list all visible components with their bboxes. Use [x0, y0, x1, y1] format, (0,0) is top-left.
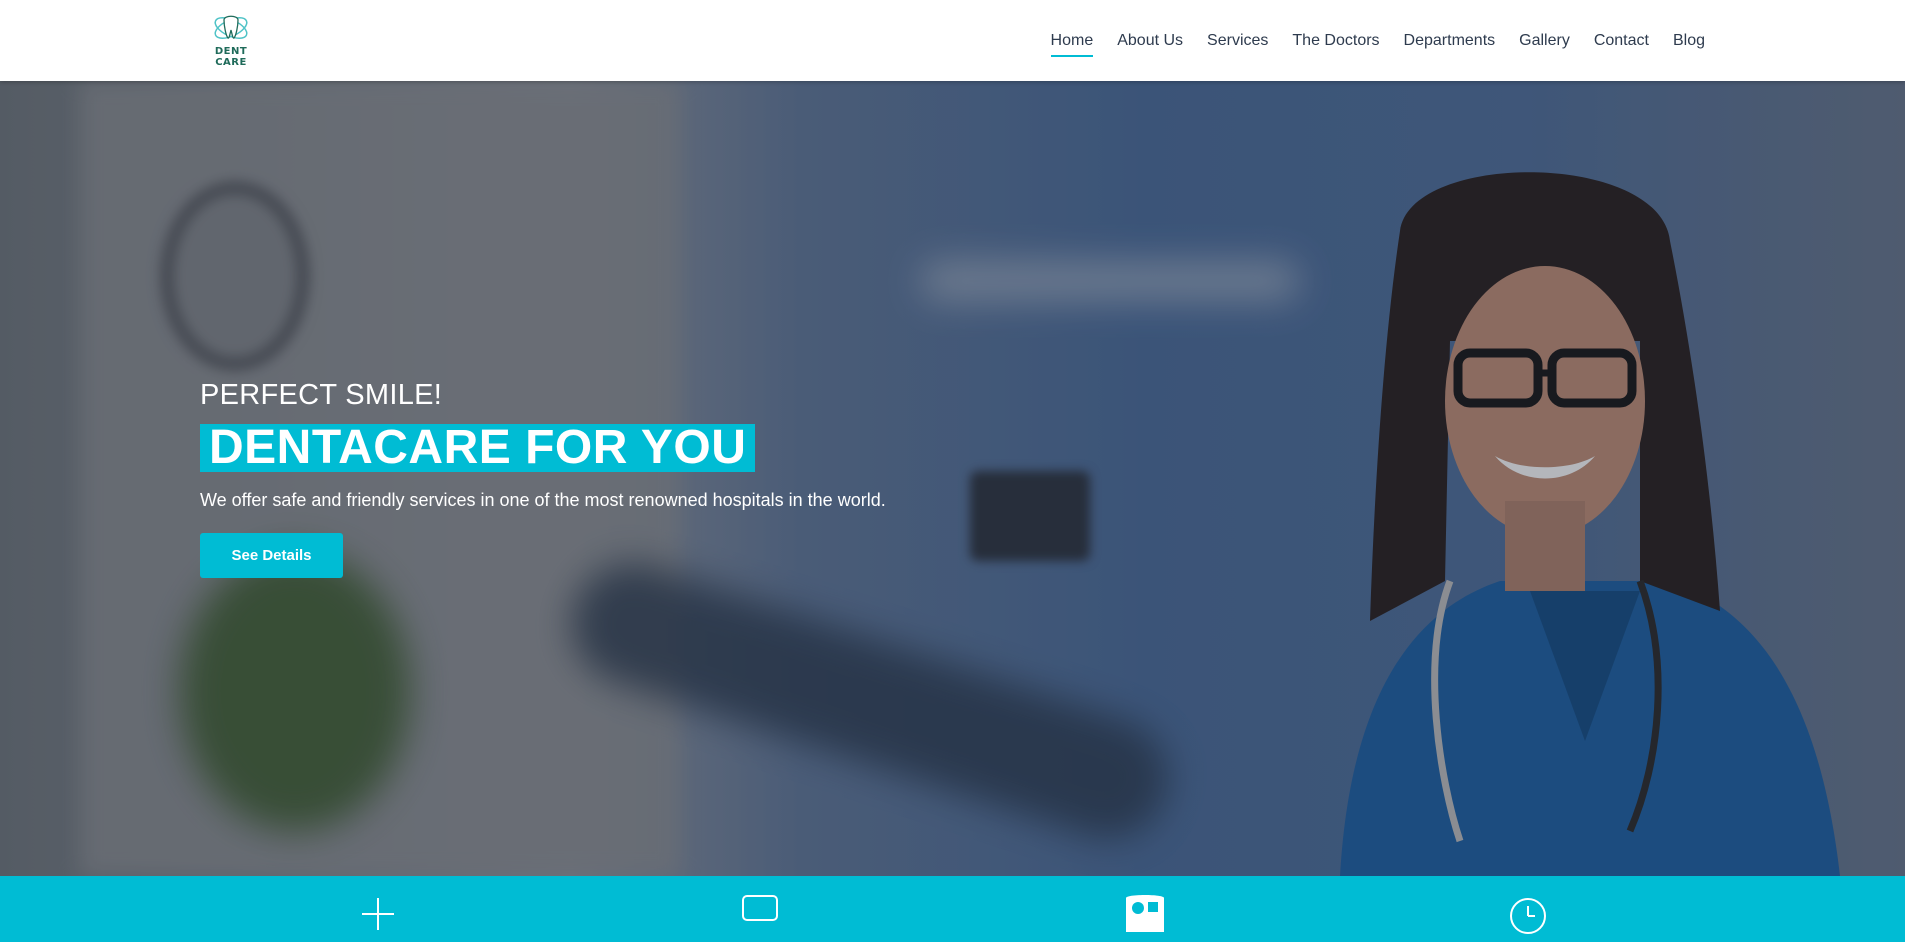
nav-about-us[interactable]: About Us	[1117, 26, 1183, 56]
hero-title: DENTACARE FOR YOU	[200, 424, 756, 472]
nav-services[interactable]: Services	[1207, 26, 1268, 56]
hero-description: We offer safe and friendly services in o…	[200, 490, 886, 510]
features-band	[0, 876, 1905, 942]
laptop-icon	[742, 895, 778, 921]
logo-text: DENT CARE	[214, 46, 248, 68]
plus-icon	[362, 898, 394, 930]
tooth-logo-icon	[214, 15, 248, 39]
hero-content: PERFECT SMILE! DENTACARE FOR YOU We offe…	[200, 379, 886, 578]
nav-gallery[interactable]: Gallery	[1519, 26, 1570, 56]
nav-contact[interactable]: Contact	[1594, 26, 1649, 56]
logo[interactable]: DENT CARE	[200, 12, 262, 68]
nav-the-doctors[interactable]: The Doctors	[1292, 26, 1379, 56]
hero-subtitle: PERFECT SMILE!	[200, 379, 443, 411]
main-nav: Home About Us Services The Doctors Depar…	[1027, 0, 1705, 81]
doctor-kit-icon	[1126, 895, 1164, 932]
site-header: DENT CARE Home About Us Services The Doc…	[0, 0, 1905, 81]
hero-banner: PERFECT SMILE! DENTACARE FOR YOU We offe…	[0, 81, 1905, 876]
see-details-button[interactable]: See Details	[200, 533, 343, 578]
nav-blog[interactable]: Blog	[1673, 26, 1705, 56]
nav-departments[interactable]: Departments	[1404, 26, 1496, 56]
clock-icon	[1510, 898, 1546, 934]
nav-home[interactable]: Home	[1050, 26, 1093, 57]
